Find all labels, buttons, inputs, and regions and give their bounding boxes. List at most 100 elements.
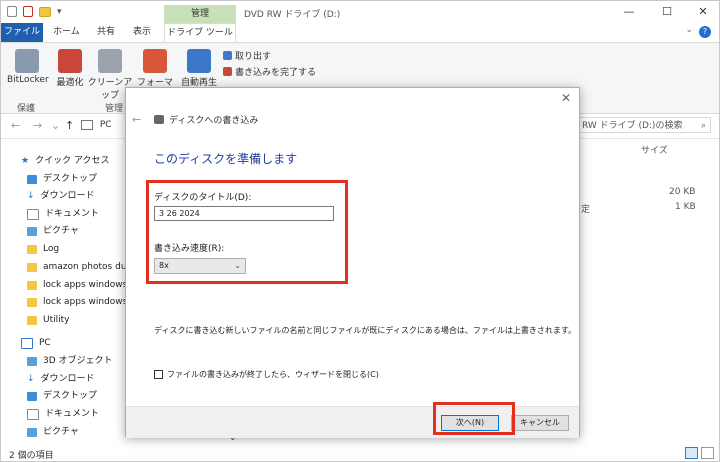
finish-burning-button[interactable]: 書き込みを完了する: [223, 65, 316, 78]
burn-speed-select[interactable]: 8x ⌄: [154, 258, 246, 274]
nav-pc-label: PC: [39, 338, 51, 348]
recent-dropdown-icon[interactable]: ⌄: [51, 119, 60, 132]
nav-item-pc-documents[interactable]: ドキュメント: [27, 406, 99, 422]
nav-item-label: Log: [43, 244, 60, 254]
folder-icon: [27, 262, 37, 272]
download-icon: ↓: [27, 374, 35, 384]
search-placeholder: VD RW ドライブ (D:)の検索: [566, 121, 683, 131]
optimize-label: 最適化: [56, 78, 84, 88]
document-icon: [27, 408, 39, 420]
highlight-box-next: [433, 402, 515, 435]
nav-item-label: ダウンロード: [40, 191, 95, 201]
disc-title-input[interactable]: 3 26 2024: [154, 206, 334, 221]
nav-quick-access-label: クイック アクセス: [35, 156, 110, 166]
nav-quick-access[interactable]: ★ クイック アクセス: [21, 153, 110, 169]
qat-dropdown-icon[interactable]: ▾: [57, 7, 62, 17]
optimize-icon: [58, 49, 82, 73]
document-icon: [27, 208, 39, 220]
optimize-button[interactable]: 最適化: [55, 49, 85, 88]
nav-item-label: ピクチャ: [43, 427, 79, 437]
column-header-size[interactable]: サイズ: [641, 143, 668, 156]
maximize-button[interactable]: ☐: [653, 5, 681, 18]
back-arrow-icon[interactable]: ←: [11, 119, 20, 132]
nav-item-lock-apps[interactable]: lock apps windows: [27, 277, 127, 293]
nav-item-documents[interactable]: ドキュメント: [27, 206, 99, 222]
cancel-button[interactable]: キャンセル: [511, 415, 569, 431]
nav-item-label: ピクチャ: [43, 226, 79, 236]
tab-share[interactable]: 共有: [97, 23, 115, 42]
nav-item-label: デスクトップ: [43, 174, 98, 184]
file-size-cell: 1 KB: [675, 202, 696, 212]
checkmark-icon[interactable]: [23, 6, 33, 17]
desktop-icon: [27, 391, 37, 401]
new-folder-icon[interactable]: [39, 6, 51, 17]
nav-item-pc-pictures[interactable]: ピクチャ: [27, 424, 79, 440]
folder-icon: [27, 315, 37, 325]
address-text: PC: [99, 120, 112, 130]
nav-item-label: 3D オブジェクト: [43, 356, 113, 366]
item-count: 2 個の項目: [9, 451, 54, 461]
dvd-drive-icon: [154, 115, 164, 124]
format-icon: [143, 49, 167, 73]
bitlocker-button[interactable]: BitLocker: [7, 49, 49, 85]
burn-speed-value: 8x: [159, 261, 169, 270]
close-wizard-checkbox[interactable]: ファイルの書き込みが終了したら、ウィザードを閉じる(C): [154, 369, 379, 380]
minimize-button[interactable]: —: [615, 5, 643, 18]
quick-access-toolbar: ▾: [7, 6, 62, 17]
address-bar[interactable]: PC: [81, 117, 121, 133]
dialog-heading: このディスクを準備します: [154, 152, 298, 166]
burn-speed-label: 書き込み速度(R):: [154, 244, 225, 254]
nav-item-label: ドキュメント: [45, 209, 100, 219]
close-button[interactable]: ✕: [689, 5, 717, 18]
dialog-back-icon[interactable]: ←: [132, 113, 141, 126]
dialog-close-icon[interactable]: ✕: [561, 91, 571, 105]
nav-item-utility[interactable]: Utility: [27, 312, 69, 328]
nav-item-pictures[interactable]: ピクチャ: [27, 223, 79, 239]
download-icon: ↓: [27, 191, 35, 201]
bitlocker-label: BitLocker: [7, 75, 49, 85]
nav-item-label: lock apps windows: [43, 280, 128, 290]
desktop-icon: [27, 174, 37, 184]
eject-icon: [223, 51, 232, 60]
window-title: DVD RW ドライブ (D:): [244, 10, 341, 20]
explorer-window: ▾ 管理 DVD RW ドライブ (D:) — ☐ ✕ ファイル ホーム 共有 …: [0, 0, 720, 462]
dialog-header-text: ディスクへの書き込み: [169, 116, 259, 126]
nav-item-log[interactable]: Log: [27, 241, 59, 257]
autoplay-button[interactable]: 自動再生: [181, 49, 217, 88]
tab-view[interactable]: 表示: [133, 23, 151, 42]
tab-drive-tools[interactable]: ドライブ ツール: [164, 23, 236, 42]
nav-item-3d-objects[interactable]: 3D オブジェクト: [27, 353, 113, 369]
overwrite-note: ディスクに書き込む新しいファイルの名前と同じファイルが既にディスクにある場合は、…: [154, 326, 577, 335]
nav-item-downloads[interactable]: ↓ ダウンロード: [27, 188, 95, 204]
manage-context-tab[interactable]: 管理: [164, 5, 236, 23]
folder-icon: [27, 280, 37, 290]
properties-icon[interactable]: [7, 6, 17, 17]
forward-arrow-icon[interactable]: →: [33, 119, 42, 132]
large-icons-view-icon[interactable]: [701, 447, 714, 459]
eject-label: 取り出す: [235, 52, 272, 62]
nav-item-pc-desktop[interactable]: デスクトップ: [27, 388, 97, 404]
nav-pc[interactable]: PC: [21, 335, 51, 351]
up-arrow-icon[interactable]: ↑: [65, 119, 74, 132]
group-label-protect: 保護: [17, 104, 36, 114]
finish-burning-label: 書き込みを完了する: [235, 68, 317, 78]
folder-icon: [27, 244, 37, 254]
nav-item-label: デスクトップ: [43, 391, 98, 401]
file-size-cell: 20 KB: [669, 187, 696, 197]
help-icon[interactable]: ?: [699, 26, 711, 38]
checkbox-box[interactable]: [154, 370, 163, 379]
ribbon-expand-icon[interactable]: ⌄: [685, 25, 693, 35]
nav-item-pc-downloads[interactable]: ↓ ダウンロード: [27, 371, 95, 387]
details-view-icon[interactable]: [685, 447, 698, 459]
nav-item-desktop[interactable]: デスクトップ: [27, 171, 97, 187]
dialog-header: ディスクへの書き込み: [154, 113, 258, 126]
cube-icon: [27, 356, 37, 366]
ribbon-tabs: ファイル ホーム 共有 表示 ドライブ ツール ⌄ ?: [1, 23, 719, 43]
burn-to-disc-dialog: ✕ ← ディスクへの書き込み このディスクを準備します ディスクのタイトル(D)…: [125, 87, 580, 438]
search-input[interactable]: VD RW ドライブ (D:)の検索 ⌕: [561, 117, 711, 133]
tab-file[interactable]: ファイル: [1, 23, 43, 42]
eject-button[interactable]: 取り出す: [223, 49, 271, 62]
pc-icon: [21, 337, 33, 349]
star-icon: ★: [21, 156, 30, 166]
tab-home[interactable]: ホーム: [53, 23, 80, 42]
